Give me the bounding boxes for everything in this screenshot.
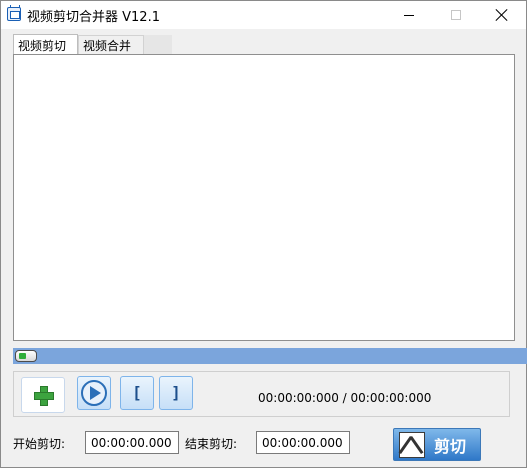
bracket-left-icon: [ [132, 383, 142, 402]
maximize-icon [451, 10, 461, 20]
mark-end-button[interactable]: ] [159, 376, 193, 410]
end-time-input[interactable] [256, 431, 350, 454]
video-preview-area [13, 54, 515, 341]
progress-slider-handle[interactable] [15, 350, 37, 362]
main-window: 视频剪切合并器 V12.1 视频剪切 视频合并 [ ] 00:00:00:000 [0, 0, 527, 468]
close-icon [496, 9, 508, 21]
tab-video-merge[interactable]: 视频合并 [78, 35, 144, 55]
bracket-right-icon: ] [171, 383, 181, 402]
window-title: 视频剪切合并器 V12.1 [27, 10, 160, 25]
video-app-icon [7, 5, 21, 21]
end-cut-label: 结束剪切: [185, 437, 238, 451]
play-icon [81, 380, 107, 406]
playback-controls: [ ] 00:00:00:000 / 00:00:00:000 [13, 371, 510, 417]
progress-bar[interactable] [13, 348, 527, 364]
start-time-input[interactable] [85, 431, 179, 454]
maximize-button[interactable] [433, 1, 479, 29]
plus-icon [34, 386, 54, 406]
cut-button-label: 剪切 [434, 436, 467, 456]
cut-button[interactable]: 剪切 [393, 428, 481, 461]
minimize-icon [404, 14, 414, 16]
close-button[interactable] [479, 1, 525, 29]
play-button[interactable] [77, 376, 111, 410]
start-cut-label: 开始剪切: [13, 437, 66, 451]
title-bar: 视频剪切合并器 V12.1 [1, 1, 526, 29]
mark-start-button[interactable]: [ [120, 376, 154, 410]
minimize-button[interactable] [386, 1, 432, 29]
scissors-film-icon [399, 431, 425, 458]
tab-video-cut[interactable]: 视频剪切 [13, 34, 78, 55]
add-video-button[interactable] [21, 377, 65, 413]
time-display: 00:00:00:000 / 00:00:00:000 [258, 391, 432, 405]
tab-strip: 视频剪切 视频合并 [13, 34, 172, 55]
